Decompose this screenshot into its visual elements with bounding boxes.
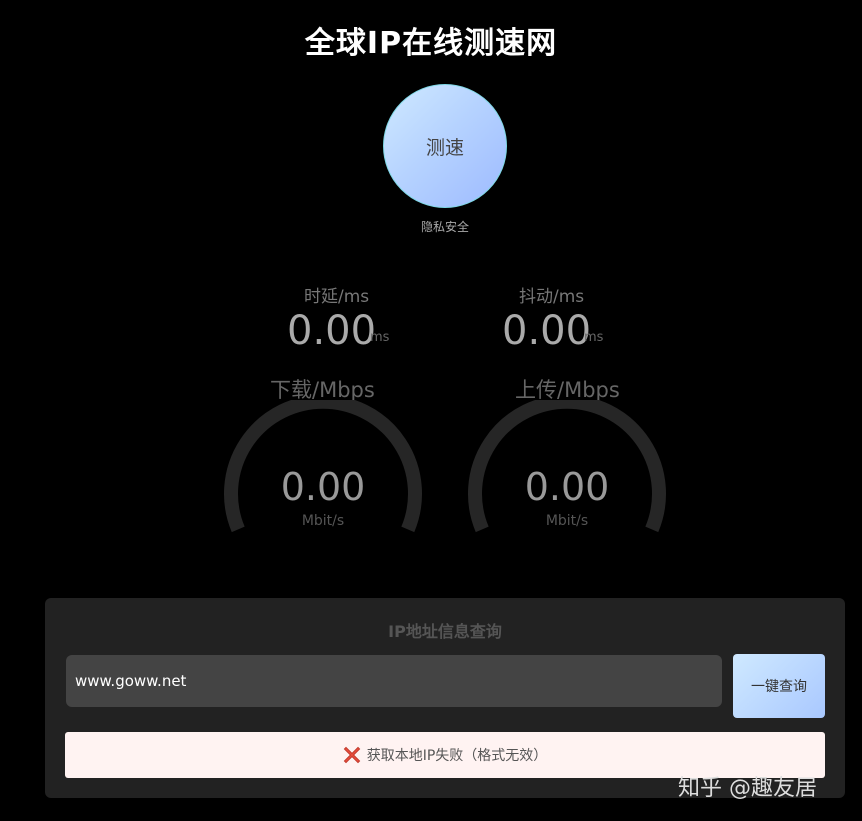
jitter-label: 抖动/ms bbox=[519, 287, 585, 307]
ip-search-input[interactable] bbox=[66, 655, 722, 707]
speedtest-button-label: 测速 bbox=[425, 136, 464, 159]
page-title: 全球IP在线测速网 bbox=[304, 26, 558, 61]
speedtest-button[interactable]: 测速 bbox=[383, 84, 507, 208]
jitter-value: 0.00 bbox=[502, 308, 592, 354]
ip-lookup-title: IP地址信息查询 bbox=[388, 622, 502, 641]
ip-query-button[interactable]: 一键查询 bbox=[733, 654, 825, 718]
upload-unit: Mbit/s bbox=[545, 513, 589, 529]
ip-lookup-panel: IP地址信息查询 一键查询 获取本地IP失败（格式无效） bbox=[45, 598, 845, 798]
latency-label: 时延/ms bbox=[304, 287, 370, 307]
latency-value: 0.00 bbox=[287, 308, 377, 354]
watermark: 知乎 @趣友居 bbox=[678, 776, 817, 801]
upload-gauge: 0.00 Mbit/s bbox=[467, 400, 667, 540]
download-gauge: 0.00 Mbit/s bbox=[223, 400, 423, 540]
ip-error-text: 获取本地IP失败（格式无效） bbox=[366, 748, 548, 764]
download-value: 0.00 bbox=[280, 465, 366, 509]
latency-unit: ms bbox=[370, 330, 390, 345]
error-x-icon bbox=[343, 746, 360, 764]
download-unit: Mbit/s bbox=[301, 513, 345, 529]
privacy-text: 隐私安全 bbox=[420, 220, 469, 234]
jitter-unit: ms bbox=[584, 330, 604, 345]
upload-value: 0.00 bbox=[524, 465, 610, 509]
